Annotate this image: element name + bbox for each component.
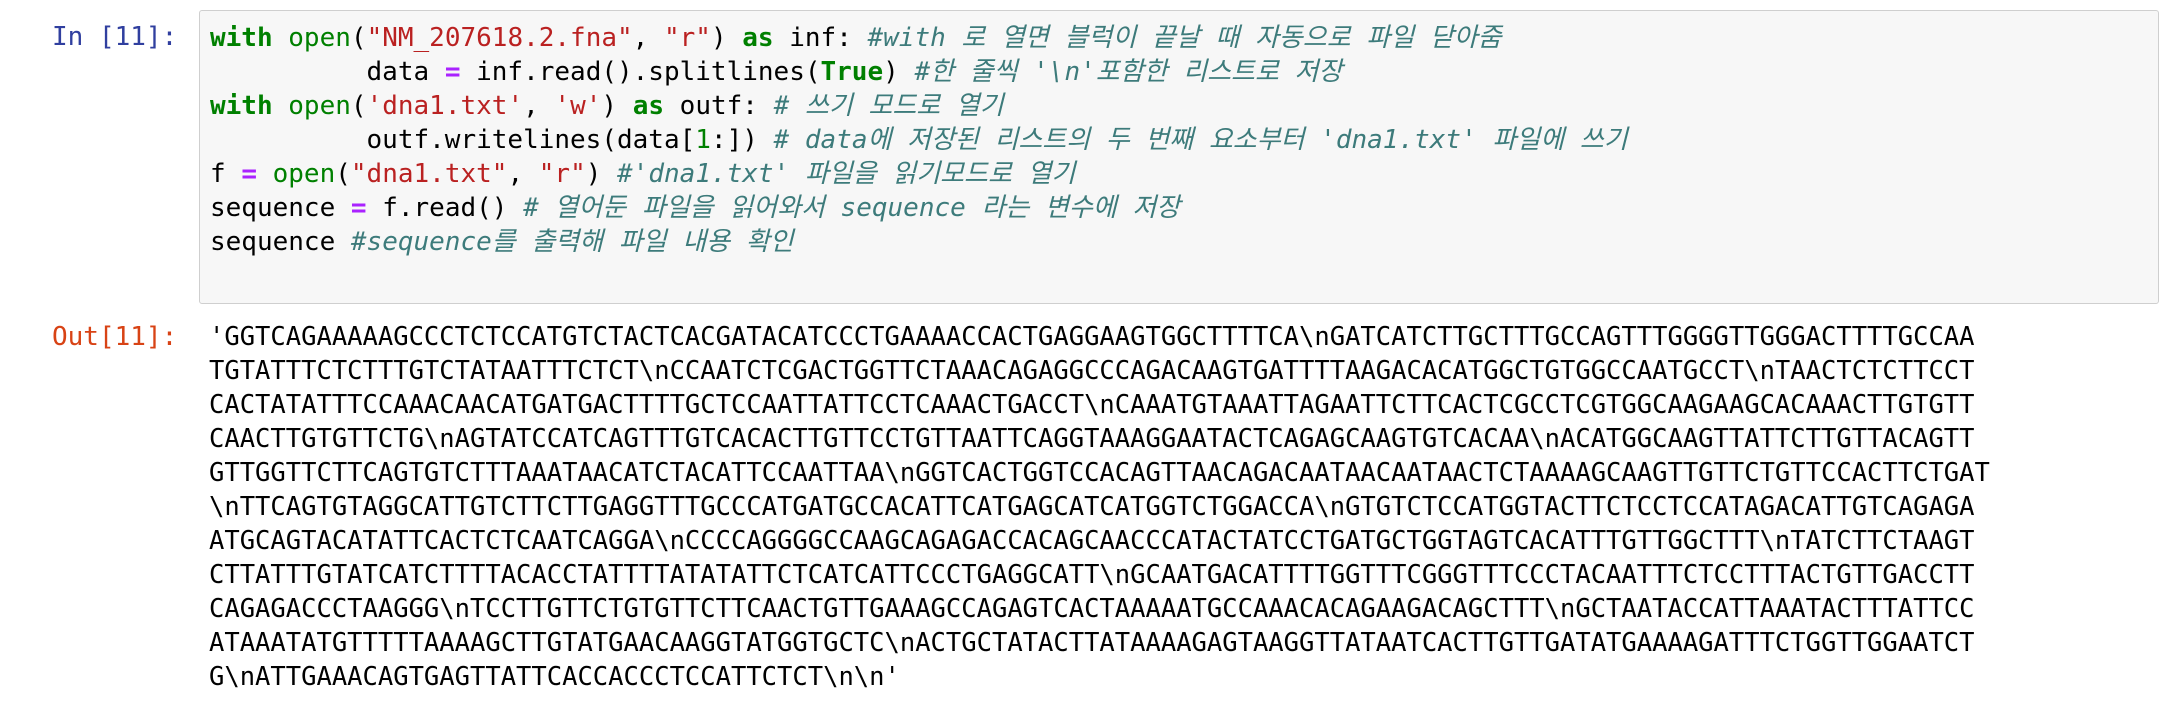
output-line: \nTTCAGTGTAGGCATTGTCTTCTTGAGGTTTGCCCATGA… [209,492,1975,522]
code-token: ) [883,57,915,87]
code-token: outf: [664,91,774,121]
code-line: with open("NM_207618.2.fna", "r") as inf… [210,21,1628,55]
code-token: ( [350,23,367,53]
code-token: = [241,159,257,189]
code-editor[interactable]: with open("NM_207618.2.fna", "r") as inf… [210,21,1628,259]
code-token: f.read() [366,193,524,223]
code-line: with open('dna1.txt', 'w') as outf: # 쓰기… [210,89,1628,123]
code-token: "r" [538,159,586,189]
cell-output: 'GGTCAGAAAAAGCCCTCTCCATGTCTACTCACGATACAT… [209,320,1990,694]
code-token: ( [335,159,351,189]
code-token: data [210,57,445,87]
code-token: 'dna1.txt' [366,91,524,121]
code-token: 'w' [554,91,602,121]
code-token: #sequence를 출력해 파일 내용 확인 [350,227,794,257]
code-line: sequence #sequence를 출력해 파일 내용 확인 [210,225,1628,259]
code-line: f = open("dna1.txt", "r") #'dna1.txt' 파일… [210,157,1628,191]
code-token: outf.writelines(data[ [210,125,696,155]
output-prompt: Out[11]: [52,322,178,352]
code-line: sequence = f.read() # 열어둔 파일을 읽어와서 seque… [210,191,1628,225]
code-token: with [210,23,273,53]
code-token: ) [710,23,743,53]
input-prompt: In [11]: [52,22,178,52]
code-token: #'dna1.txt' 파일을 읽기모드로 열기 [617,159,1076,189]
code-input-area[interactable]: with open("NM_207618.2.fna", "r") as inf… [199,10,2159,304]
code-line: outf.writelines(data[1:]) # data에 저장된 리스… [210,123,1628,157]
code-token: sequence [210,193,351,223]
code-token: with [210,91,273,121]
code-token: = [444,57,461,87]
code-token: 1 [695,125,711,155]
code-token: ) [601,91,633,121]
code-token: open [272,159,336,189]
code-token: open [288,91,351,121]
output-line: 'GGTCAGAAAAAGCCCTCTCCATGTCTACTCACGATACAT… [209,322,1975,352]
output-line: TGTATTTCTCTTTGTCTATAATTTCTCT\nCCAATCTCGA… [209,356,1975,386]
code-token: , [507,159,539,189]
code-token: f [210,159,242,189]
code-token: True [820,57,884,87]
code-token: "dna1.txt" [350,159,508,189]
code-token: :]) [710,125,774,155]
code-token: # 쓰기 모드로 열기 [773,91,1004,121]
code-token: # data에 저장된 리스트의 두 번째 요소부터 'dna1.txt' 파일… [773,125,1628,155]
code-token: # 열어둔 파일을 읽어와서 sequence 라는 변수에 저장 [523,193,1181,223]
code-token: #with 로 열면 블럭이 끝날 때 자동으로 파일 닫아줌 [867,23,1502,53]
output-line: CACTATATTTCCAAACAACATGATGACTTTTGCTCCAATT… [209,390,1975,420]
code-token: #한 줄씩 '\n'포함한 리스트로 저장 [914,57,1343,87]
code-token: = [350,193,367,223]
output-line: GTTGGTTCTTCAGTGTCTTTAAATAACATCTACATTCCAA… [209,458,1990,488]
code-token: "NM_207618.2.fna" [366,23,633,53]
code-token: ) [585,159,618,189]
output-line: CAGAGACCCTAAGGG\nTCCTTGTTCTGTGTTCTTCAACT… [209,594,1975,624]
output-line: CTTATTTGTATCATCTTTTACACCTATTTTATATATTCTC… [209,560,1975,590]
code-token: , [632,23,664,53]
code-token: inf.read().splitlines( [460,57,821,87]
output-line: ATGCAGTACATATTCACTCTCAATCAGGA\nCCCCAGGGG… [209,526,1975,556]
code-token: open [288,23,351,53]
code-token: , [523,91,555,121]
code-token: as [742,23,774,53]
code-token: as [632,91,665,121]
code-token: ( [350,91,367,121]
code-line: data = inf.read().splitlines(True) #한 줄씩… [210,55,1628,89]
code-token: sequence [210,227,351,257]
output-line: G\nATTGAAACAGTGAGTTATTCACCACCCTCCATTCTCT… [209,662,900,692]
output-line: CAACTTGTGTTCTG\nAGTATCCATCAGTTTGTCACACTT… [209,424,1975,454]
code-token: "r" [663,23,711,53]
code-token: inf: [773,23,868,53]
output-line: ATAAATATGTTTTTAAAAGCTTGTATGAACAAGGTATGGT… [209,628,1975,658]
